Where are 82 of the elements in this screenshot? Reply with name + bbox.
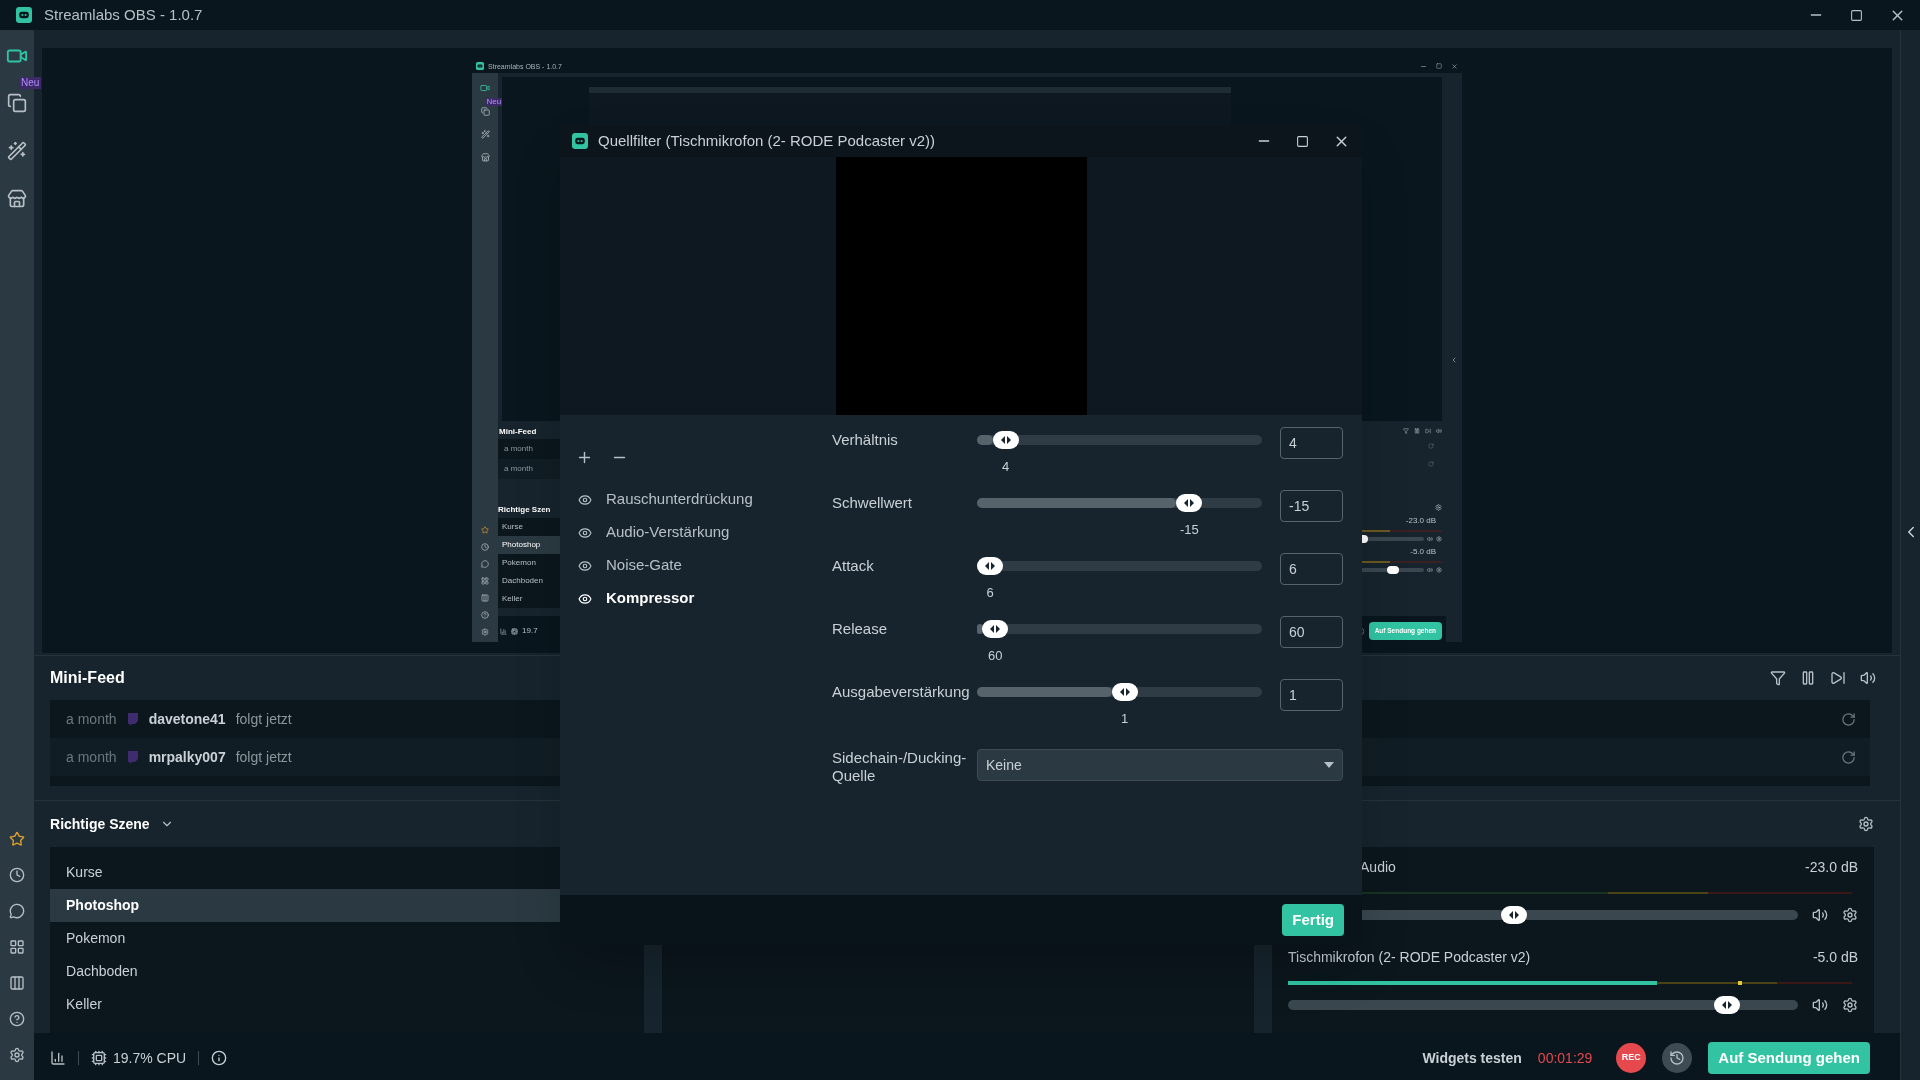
setting-label: Schwellwert [832,493,914,513]
chat-bubble-icon [126,750,139,764]
setting-label: Sidechain-/Ducking-Quelle [832,749,968,786]
feed-time: a month [66,747,117,767]
slider-fill [977,624,983,634]
chat-bubble-icon [126,712,139,726]
filter-item[interactable]: Kompressor [576,582,832,615]
window-title: Streamlabs OBS - 1.0.7 [44,4,203,25]
store-icon[interactable] [7,189,27,209]
eye-icon[interactable] [578,525,592,540]
store-icon [480,153,490,162]
feed-user: mrpalky007 [148,747,226,767]
slider-thumb[interactable] [1111,683,1138,701]
camera-icon [480,83,491,93]
caret-icon [1324,762,1334,768]
slider-thumb[interactable] [982,620,1009,638]
scene-item[interactable]: Keller [50,988,645,1021]
slider-value: 4 [1001,458,1010,476]
feed-time: a month [66,709,117,729]
dialog-title: Quellfilter (Tischmikrofon (2- RODE Podcaster v2)) [598,130,936,151]
slider-thumb[interactable] [977,557,1003,575]
new-badge: Neu [485,98,503,106]
source-dropdown[interactable]: Keine [977,749,1343,781]
setting-label: Ausgabeverstärkung [832,682,971,702]
star-icon[interactable] [9,831,25,847]
volume-reading: -5.0 dB [1410,546,1438,558]
app-logo-icon [572,133,588,149]
feed-action: folgt jetzt [235,747,292,767]
slider-fill [977,435,993,445]
app-logo-icon [476,62,485,70]
number-input[interactable]: -15 [1280,490,1343,522]
slider-value: 1 [1121,710,1129,728]
eye-icon[interactable] [578,591,592,606]
channel-name: Audio [1360,857,1396,877]
filter-item[interactable]: Audio-Verstärkung [576,516,832,549]
number-input[interactable]: 1 [1280,679,1343,711]
filter-item[interactable]: Rauschunterdrückung [576,483,832,516]
volume-reading: -23.0 dB [1805,857,1859,877]
setting-label: Verhältnis [832,430,899,450]
panel-title: Mini-Feed [498,426,538,438]
new-badge: Neu [19,77,42,89]
cpu-usage: 19.7 [522,625,538,637]
info-icon[interactable] [211,1050,228,1066]
setting-label: Attack [832,556,875,576]
panel-title: Richtige Szen [498,504,552,516]
slider-thumb[interactable] [992,431,1019,449]
number-input[interactable]: 4 [1280,427,1343,459]
volume-reading: -5.0 dB [1812,947,1859,967]
skip-icon [1425,428,1432,434]
feed-action: folgt jetzt [235,709,292,729]
feed-time: a month [504,463,533,475]
panel-title: Richtige Szene [50,814,150,834]
number-input[interactable]: 60 [1280,616,1343,648]
number-input[interactable]: 6 [1280,553,1343,585]
app-logo-icon [16,7,32,23]
slider-value: 6 [986,584,994,602]
wand-icon [480,130,490,139]
slider-thumb[interactable] [1386,566,1399,574]
eye-icon[interactable] [578,558,592,573]
slider-thumb[interactable] [1176,494,1203,512]
panel-title: Mini-Feed [50,668,125,688]
volume-reading: -23.0 dB [1405,515,1438,527]
cpu-usage: 19.7% CPU [113,1048,187,1068]
filter-item[interactable]: Noise-Gate [576,549,832,582]
slider-value: -15 [1180,521,1199,539]
setting-label: Release [832,619,889,639]
scene-item[interactable]: Dachboden [50,955,645,988]
eye-icon[interactable] [578,492,592,507]
skip-icon[interactable] [1830,670,1847,686]
slider-thumb[interactable] [1501,906,1527,924]
stream-timer: 00:01:29 [1537,1048,1593,1068]
record-button[interactable]: REC [1616,1043,1647,1073]
star-icon [481,526,490,534]
slider-value: 60 [987,647,1003,665]
channel-name: Tischmikrofon (2- RODE Podcaster v2) [1288,947,1531,967]
wand-icon[interactable] [7,141,27,161]
replay-button[interactable] [1662,1043,1693,1073]
test-widgets-link[interactable]: Widgets testen [1422,1047,1522,1069]
feed-user: davetone41 [148,709,226,729]
feed-time: a month [504,443,533,455]
close-icon [1451,62,1459,70]
slider-thumb[interactable] [1713,996,1740,1014]
